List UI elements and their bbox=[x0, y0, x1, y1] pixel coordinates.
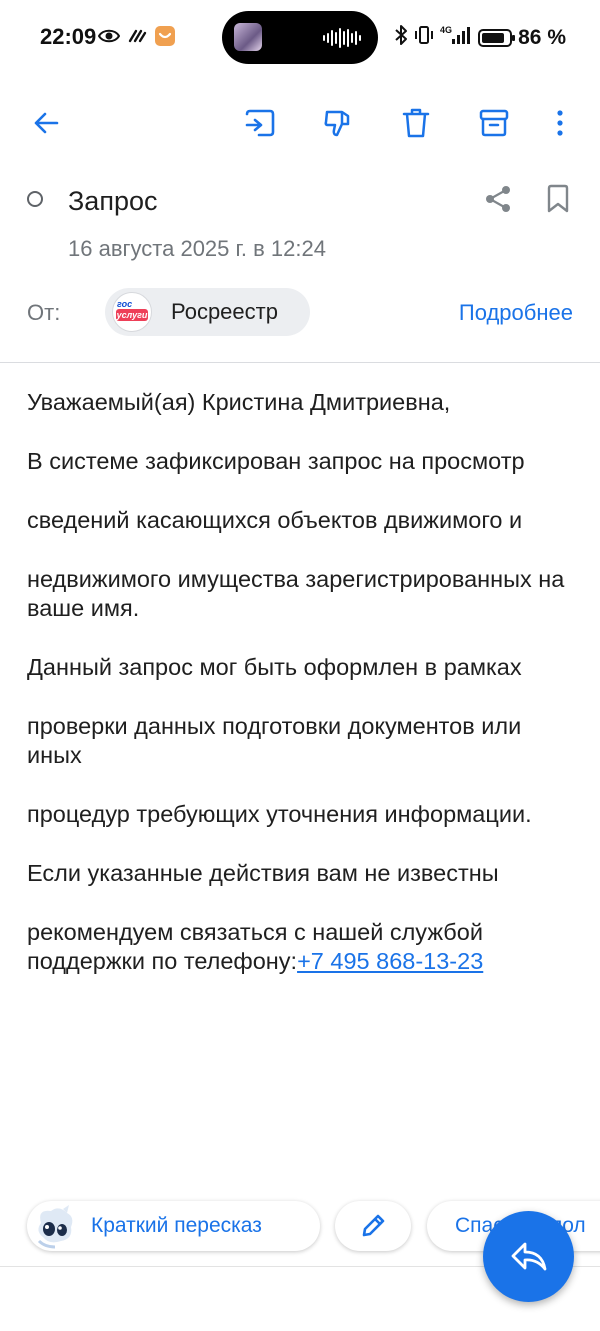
dynamic-island[interactable] bbox=[222, 11, 378, 64]
svg-text:4G: 4G bbox=[440, 25, 452, 35]
body-paragraph: Если указанные действия вам не известны bbox=[27, 860, 499, 886]
status-time: 22:09 bbox=[40, 24, 97, 49]
unread-indicator[interactable] bbox=[27, 191, 43, 207]
compose-chip[interactable] bbox=[335, 1201, 411, 1251]
reply-fab[interactable] bbox=[483, 1211, 574, 1302]
message-date: 16 августа 2025 г. в 12:24 bbox=[68, 236, 326, 261]
body-paragraph-contact: рекомендуем связаться с нашей службой по… bbox=[27, 918, 577, 976]
details-link[interactable]: Подробнее bbox=[459, 300, 573, 326]
archive-icon bbox=[479, 109, 509, 137]
logo-text-bottom: услуги bbox=[116, 309, 148, 321]
toolbar bbox=[0, 95, 600, 151]
body-paragraph: процедур требующих уточнения информации. bbox=[27, 801, 532, 827]
trash-icon bbox=[402, 108, 430, 138]
bookmark-icon bbox=[547, 184, 569, 213]
status-icons-left bbox=[98, 25, 176, 47]
delete-button[interactable] bbox=[390, 95, 442, 151]
move-to-icon bbox=[245, 109, 275, 137]
vpn-icon bbox=[126, 25, 148, 47]
body-paragraph: В системе зафиксирован запрос на просмот… bbox=[27, 448, 525, 474]
reply-icon bbox=[511, 1242, 546, 1270]
status-bar: 22:09 4G 86 % bbox=[0, 0, 600, 76]
gosuslugi-logo: гос услуги bbox=[112, 292, 152, 332]
ai-mascot-icon bbox=[37, 1205, 73, 1249]
more-button[interactable] bbox=[534, 95, 586, 151]
logo-text-top: гос bbox=[117, 299, 133, 309]
subject-row: Запрос bbox=[0, 176, 600, 228]
app-notification-icon bbox=[154, 25, 176, 47]
battery-percent: 86 % bbox=[518, 26, 566, 49]
body-paragraph: Уважаемый(ая) Кристина Дмитриевна, bbox=[27, 389, 451, 415]
archive-button[interactable] bbox=[468, 95, 520, 151]
eye-icon bbox=[98, 25, 120, 47]
message-subject: Запрос bbox=[68, 186, 158, 216]
back-button[interactable] bbox=[20, 95, 72, 151]
body-paragraph: проверки данных подготовки документов ил… bbox=[27, 713, 522, 768]
vibrate-icon bbox=[414, 24, 434, 52]
media-thumbnail bbox=[234, 23, 262, 51]
body-paragraph: Данный запрос мог быть оформлен в рамках bbox=[27, 654, 522, 680]
battery-icon bbox=[478, 29, 516, 47]
spam-thumb-down-icon bbox=[324, 110, 350, 137]
pencil-icon bbox=[362, 1214, 385, 1237]
sender-chip[interactable]: гос услуги Росреестр bbox=[105, 288, 310, 336]
signal-4g-icon: 4G bbox=[440, 24, 472, 52]
spam-button[interactable] bbox=[312, 95, 364, 151]
status-icons-right: 4G 86 % bbox=[394, 24, 566, 52]
bluetooth-icon bbox=[394, 24, 408, 52]
arrow-left-icon bbox=[34, 112, 59, 134]
phone-link[interactable]: +7 495 868-13-23 bbox=[297, 948, 483, 974]
more-vertical-icon bbox=[557, 110, 563, 136]
summary-chip[interactable]: Краткий пересказ bbox=[27, 1201, 320, 1251]
message-body: Уважаемый(ая) Кристина Дмитриевна, В сис… bbox=[27, 388, 577, 1006]
battery-fill bbox=[482, 33, 505, 43]
from-label: От: bbox=[27, 300, 61, 325]
header-divider bbox=[0, 362, 600, 363]
body-paragraph: недвижимого имущества зарегистрированных… bbox=[27, 566, 565, 621]
summary-label: Краткий пересказ bbox=[91, 1214, 262, 1237]
body-paragraph: сведений касающихся объектов движимого и bbox=[27, 507, 523, 533]
move-button[interactable] bbox=[234, 95, 286, 151]
share-icon bbox=[486, 186, 510, 212]
audio-wave-icon bbox=[323, 28, 361, 48]
sender-name: Росреестр bbox=[171, 299, 278, 324]
bookmark-button[interactable] bbox=[538, 179, 578, 219]
share-button[interactable] bbox=[478, 179, 518, 219]
